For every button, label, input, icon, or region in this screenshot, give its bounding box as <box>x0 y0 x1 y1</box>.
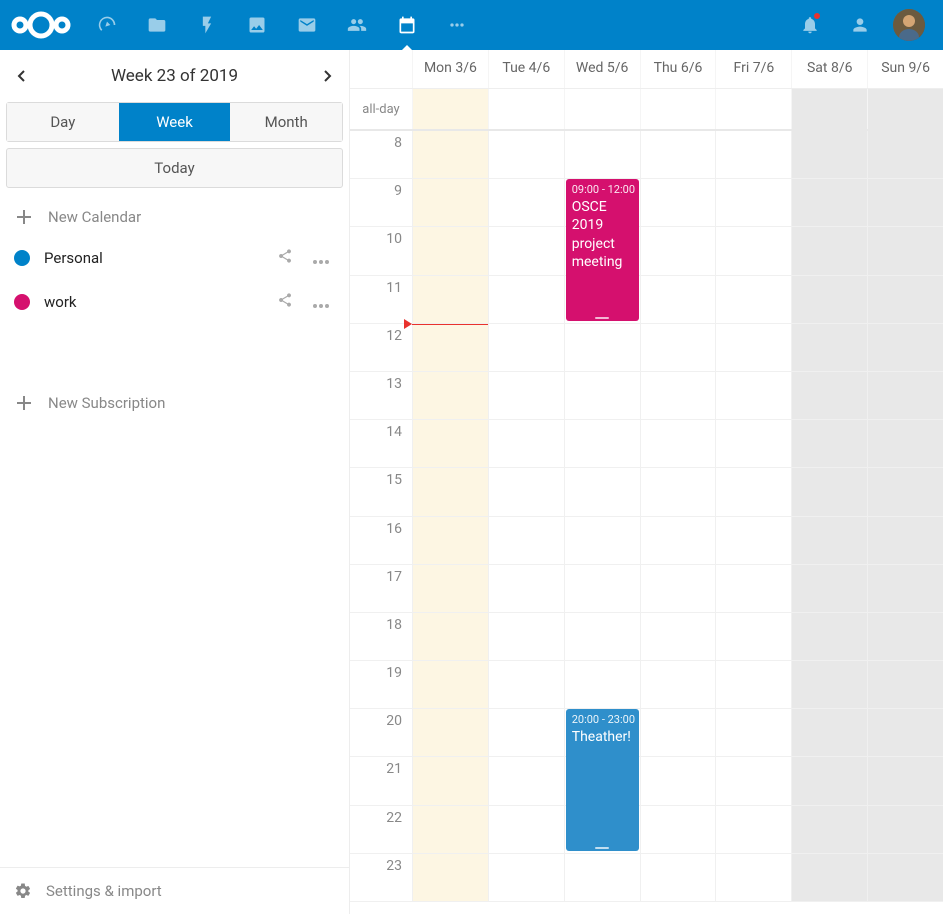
hour-label: 20 <box>350 709 412 757</box>
event-time: 20:00 - 23:00 <box>572 713 633 726</box>
day-header[interactable]: Wed 5/6 <box>564 50 640 88</box>
day-header[interactable]: Thu 6/6 <box>640 50 716 88</box>
week-view-button[interactable]: Week <box>119 103 231 141</box>
calendar-color-dot <box>14 294 30 310</box>
today-button[interactable]: Today <box>6 148 343 188</box>
event-title: OSCE 2019 project meeting <box>572 198 633 271</box>
allday-cell[interactable] <box>488 89 564 129</box>
calendar-grid: Mon 3/6Tue 4/6Wed 5/6Thu 6/6Fri 7/6Sat 8… <box>350 50 943 914</box>
hour-label: 16 <box>350 517 412 565</box>
allday-cell[interactable] <box>867 89 943 129</box>
more-icon[interactable] <box>307 249 335 268</box>
day-header[interactable]: Tue 4/6 <box>488 50 564 88</box>
share-icon[interactable] <box>277 248 293 268</box>
dashboard-icon[interactable] <box>82 0 132 50</box>
contacts-icon[interactable] <box>332 0 382 50</box>
plus-icon <box>14 396 34 410</box>
share-icon[interactable] <box>277 292 293 312</box>
gear-icon <box>14 882 32 900</box>
notifications-icon[interactable] <box>785 0 835 50</box>
week-title[interactable]: Week 23 of 2019 <box>111 66 238 86</box>
calendar-name: work <box>44 293 263 311</box>
event-title: Theather! <box>572 728 633 746</box>
hour-label: 17 <box>350 565 412 613</box>
files-icon[interactable] <box>132 0 182 50</box>
month-view-button[interactable]: Month <box>230 103 342 141</box>
user-avatar[interactable] <box>893 9 925 41</box>
event-time: 09:00 - 12:00 <box>572 183 633 196</box>
calendar-sidebar: Week 23 of 2019 Day Week Month Today New… <box>0 50 350 914</box>
hour-label: 8 <box>350 131 412 179</box>
view-switcher: Day Week Month <box>6 102 343 142</box>
allday-cell[interactable] <box>640 89 716 129</box>
next-week-button[interactable] <box>315 64 339 88</box>
calendar-color-dot <box>14 250 30 266</box>
hour-label: 18 <box>350 613 412 661</box>
calendar-event[interactable]: 20:00 - 23:00 Theather! <box>566 709 639 851</box>
day-header[interactable]: Fri 7/6 <box>715 50 791 88</box>
current-time-indicator <box>412 324 488 325</box>
day-column[interactable] <box>488 131 564 902</box>
day-header[interactable]: Sat 8/6 <box>791 50 867 88</box>
calendar-icon[interactable] <box>382 0 432 50</box>
hour-label: 10 <box>350 227 412 275</box>
hour-label: 12 <box>350 324 412 372</box>
allday-cell[interactable] <box>564 89 640 129</box>
new-calendar-button[interactable]: New Calendar <box>0 198 349 236</box>
calendar-name: Personal <box>44 249 263 267</box>
allday-cell[interactable] <box>791 89 867 129</box>
hour-label: 13 <box>350 372 412 420</box>
top-navigation-bar <box>0 0 943 50</box>
contacts-menu-icon[interactable] <box>835 0 885 50</box>
calendar-event[interactable]: 09:00 - 12:00 OSCE 2019 project meeting <box>566 179 639 321</box>
hour-label: 23 <box>350 854 412 902</box>
new-subscription-button[interactable]: New Subscription <box>0 384 349 422</box>
hour-label: 22 <box>350 806 412 854</box>
day-column[interactable]: 09:00 - 12:00 OSCE 2019 project meeting … <box>564 131 640 902</box>
calendar-header: Mon 3/6Tue 4/6Wed 5/6Thu 6/6Fri 7/6Sat 8… <box>350 50 943 89</box>
more-icon[interactable] <box>307 293 335 312</box>
day-column[interactable] <box>715 131 791 902</box>
prev-week-button[interactable] <box>10 64 34 88</box>
day-column[interactable] <box>867 131 943 902</box>
event-resize-handle[interactable] <box>595 847 609 849</box>
plus-icon <box>14 210 34 224</box>
day-header[interactable]: Mon 3/6 <box>412 50 488 88</box>
hour-label: 11 <box>350 276 412 324</box>
day-column[interactable] <box>791 131 867 902</box>
allday-label: all-day <box>350 89 412 129</box>
hour-label: 15 <box>350 468 412 516</box>
hour-label: 9 <box>350 179 412 227</box>
activity-icon[interactable] <box>182 0 232 50</box>
hour-label: 14 <box>350 420 412 468</box>
mail-icon[interactable] <box>282 0 332 50</box>
event-resize-handle[interactable] <box>595 317 609 319</box>
hour-label: 21 <box>350 757 412 805</box>
date-navigator: Week 23 of 2019 <box>0 50 349 102</box>
settings-import-button[interactable]: Settings & import <box>0 868 349 914</box>
allday-row: all-day <box>350 89 943 131</box>
allday-cell[interactable] <box>715 89 791 129</box>
calendar-item[interactable]: work <box>0 280 349 324</box>
gallery-icon[interactable] <box>232 0 282 50</box>
day-view-button[interactable]: Day <box>7 103 119 141</box>
day-column[interactable] <box>640 131 716 902</box>
day-header[interactable]: Sun 9/6 <box>867 50 943 88</box>
calendar-item[interactable]: Personal <box>0 236 349 280</box>
calendar-body[interactable]: 891011121314151617181920212223 09:00 - 1… <box>350 131 943 914</box>
hour-label: 19 <box>350 661 412 709</box>
more-apps-icon[interactable] <box>432 0 482 50</box>
allday-cell[interactable] <box>412 89 488 129</box>
day-column[interactable] <box>412 131 488 902</box>
nextcloud-logo[interactable] <box>10 8 72 42</box>
